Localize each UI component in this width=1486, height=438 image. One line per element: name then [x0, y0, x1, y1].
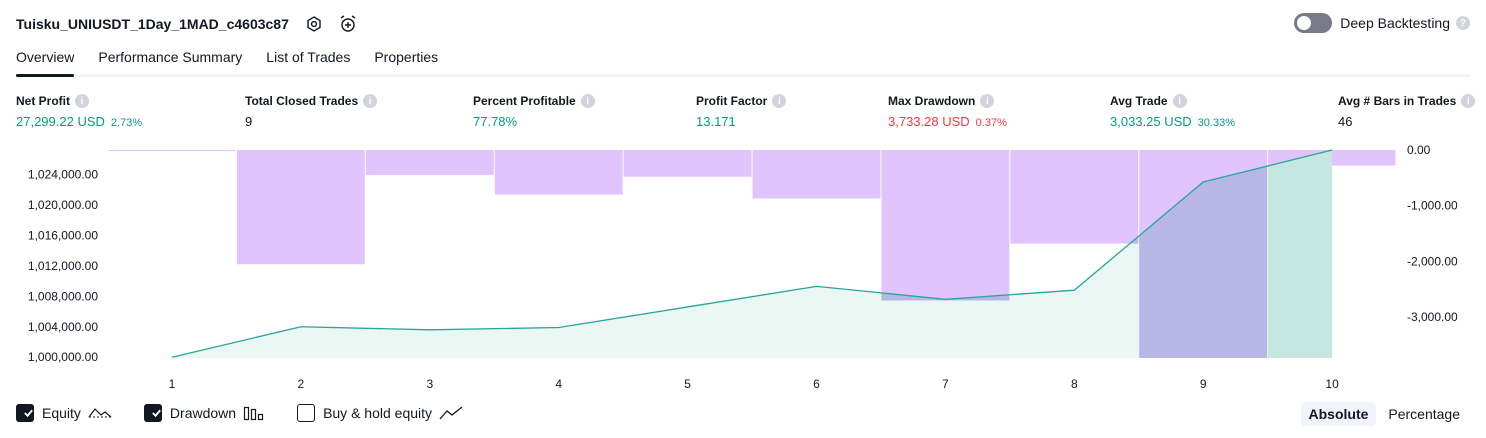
deep-backtesting: Deep Backtesting ? — [1294, 13, 1470, 33]
drawdown-bar — [881, 150, 1010, 301]
metric-value: 46 — [1338, 114, 1353, 129]
metric-percent: 2.73% — [110, 117, 143, 129]
drawdown-bar — [236, 150, 365, 265]
legend-label: Equity — [42, 405, 81, 421]
metric-value: 27,299.22 USD — [16, 114, 105, 129]
metric-net-profit: Net Profit i 27,299.22 USD 2.73% — [16, 93, 142, 129]
metric-label: Avg Trade — [1110, 94, 1168, 108]
legend-drawdown[interactable]: Drawdown — [143, 404, 265, 422]
metric-avg-bars: Avg # Bars in Trades i 46 — [1338, 93, 1476, 129]
checkbox-unchecked[interactable] — [297, 404, 316, 422]
info-icon[interactable]: i — [363, 94, 378, 108]
drawdown-bar — [752, 150, 881, 199]
x-axis-tick: 6 — [813, 377, 820, 391]
tab-bar: Overview Performance Summary List of Tra… — [16, 46, 1470, 77]
metric-label: Percent Profitable — [473, 94, 576, 108]
legend-equity[interactable]: Equity — [16, 404, 112, 422]
buy-hold-line-icon — [439, 406, 463, 420]
metric-percent-profitable: Percent Profitable i 77.78% — [473, 93, 595, 129]
left-axis-tick: 1,016,000.00 — [28, 228, 98, 242]
metric-label: Max Drawdown — [888, 94, 976, 108]
deep-backtesting-label: Deep Backtesting — [1340, 15, 1450, 31]
left-axis-tick: 1,020,000.00 — [28, 198, 98, 212]
drawdown-bar — [365, 150, 494, 176]
absolute-button[interactable]: Absolute — [1300, 402, 1377, 426]
left-axis-tick: 1,004,000.00 — [28, 320, 98, 334]
x-axis-tick: 4 — [555, 377, 562, 391]
metric-avg-trade: Avg Trade i 3,033.25 USD 30.33% — [1110, 93, 1235, 129]
percentage-button[interactable]: Percentage — [1380, 402, 1468, 426]
toggle-knob — [1297, 16, 1312, 30]
drawdown-overlap — [1268, 150, 1333, 358]
info-icon[interactable]: i — [980, 94, 995, 108]
metric-value: 3,033.25 USD — [1110, 114, 1192, 129]
metric-total-closed-trades: Total Closed Trades i 9 — [245, 93, 378, 129]
metric-value: 3,733.28 USD — [888, 114, 970, 129]
x-axis-tick: 8 — [1071, 377, 1078, 391]
equity-line-icon — [88, 408, 112, 418]
tab-list-of-trades[interactable]: List of Trades — [266, 46, 350, 74]
metric-label: Profit Factor — [696, 94, 768, 108]
legend-buy-hold-equity[interactable]: Buy & hold equity — [297, 404, 463, 422]
info-icon[interactable]: i — [580, 94, 595, 108]
view-mode-switch: Absolute Percentage — [1297, 402, 1469, 426]
x-axis-tick: 1 — [169, 377, 176, 391]
metric-label: Total Closed Trades — [245, 94, 359, 108]
legend-label: Drawdown — [169, 405, 237, 421]
x-axis-tick: 10 — [1325, 377, 1339, 391]
left-axis-tick: 1,012,000.00 — [28, 259, 98, 273]
tab-overview[interactable]: Overview — [16, 46, 75, 77]
metric-label: Avg # Bars in Trades — [1338, 94, 1457, 108]
strategy-title: Tuisku_UNIUSDT_1Day_1MAD_c4603c87 — [16, 16, 289, 32]
left-axis-tick: 1,000,000.00 — [28, 350, 98, 364]
x-axis-tick: 2 — [298, 377, 305, 391]
left-axis-tick: 1,024,000.00 — [28, 167, 98, 181]
drawdown-bar — [623, 150, 752, 177]
metric-percent: 0.37% — [975, 117, 1007, 129]
drawdown-bar — [108, 150, 236, 151]
tab-performance-summary[interactable]: Performance Summary — [98, 46, 242, 74]
settings-icon[interactable] — [303, 13, 325, 35]
chart-legend: Equity Drawdown Buy & hold equity — [16, 404, 495, 422]
right-axis-tick: -3,000.00 — [1407, 310, 1458, 324]
metric-profit-factor: Profit Factor i 13.171 — [696, 93, 787, 129]
equity-drawdown-chart[interactable]: 1,000,000.00 1,004,000.00 1,008,000.00 1,01… — [0, 140, 1486, 400]
metric-max-drawdown: Max Drawdown i 3,733.28 USD 0.37% — [888, 93, 1007, 129]
info-icon[interactable]: i — [1172, 94, 1187, 108]
metric-value: 13.171 — [696, 114, 736, 129]
drawdown-bar — [494, 150, 623, 195]
tab-properties[interactable]: Properties — [374, 46, 438, 74]
metric-label: Net Profit — [16, 94, 70, 108]
info-icon[interactable]: i — [772, 94, 787, 108]
deep-backtesting-toggle[interactable] — [1294, 13, 1333, 33]
checkbox-checked[interactable] — [16, 404, 34, 422]
metric-value: 77.78% — [473, 114, 518, 129]
metric-value: 9 — [245, 114, 253, 129]
drawdown-bars-icon — [243, 406, 264, 421]
drawdown-bar — [1010, 150, 1139, 244]
add-alert-icon[interactable] — [337, 13, 359, 35]
right-axis-tick: -1,000.00 — [1407, 199, 1458, 213]
header-bar: Tuisku_UNIUSDT_1Day_1MAD_c4603c87 — [16, 12, 359, 36]
checkbox-checked[interactable] — [143, 404, 162, 422]
help-icon[interactable]: ? — [1456, 16, 1470, 30]
x-axis-tick: 3 — [426, 377, 433, 391]
x-axis-tick: 9 — [1200, 377, 1207, 391]
x-axis-tick: 7 — [942, 377, 949, 391]
legend-label: Buy & hold equity — [323, 405, 433, 421]
info-icon[interactable]: i — [1461, 94, 1476, 108]
right-axis-tick: 0.00 — [1407, 143, 1431, 157]
metric-percent: 30.33% — [1197, 117, 1235, 129]
left-axis-tick: 1,008,000.00 — [28, 289, 98, 303]
info-icon[interactable]: i — [75, 94, 89, 108]
x-axis-tick: 5 — [684, 377, 691, 391]
right-axis-tick: -2,000.00 — [1407, 254, 1458, 268]
